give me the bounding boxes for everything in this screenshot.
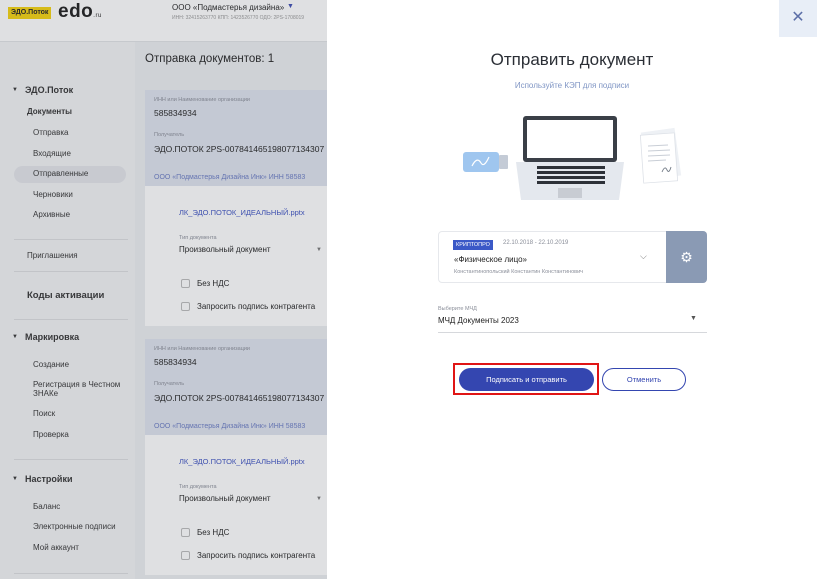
- close-button[interactable]: ✕: [779, 0, 817, 37]
- certificate-name: «Физическое лицо»: [454, 255, 527, 264]
- modal-subtitle: Используйте КЭП для подписи: [514, 81, 630, 90]
- mchd-label: Выберите МЧД: [438, 306, 477, 312]
- mchd-select[interactable]: МЧД Документы 2023: [438, 316, 519, 325]
- certificate-validity: 22.10.2018 - 22.10.2019: [503, 240, 569, 246]
- signed-document-icon: [639, 127, 682, 184]
- laptop-icon: [516, 116, 624, 200]
- sign-and-send-button[interactable]: Подписать и отправить: [459, 368, 594, 391]
- chevron-down-icon[interactable]: ⌵: [640, 251, 647, 262]
- modal-title: Отправить документ: [490, 50, 654, 69]
- usb-token-icon: [463, 152, 508, 172]
- certificate-owner: Константинопольский Константин Константи…: [454, 269, 584, 275]
- cancel-button[interactable]: Отменить: [602, 368, 686, 391]
- mchd-underline: [438, 332, 707, 333]
- cryptopro-badge: КРИПТОПРО: [453, 240, 493, 250]
- laptop-signature-illustration: [463, 116, 682, 200]
- certificate-settings-button[interactable]: ⚙: [666, 231, 707, 283]
- dropdown-caret-icon[interactable]: ▼: [690, 315, 697, 322]
- close-icon: ✕: [791, 9, 805, 26]
- gear-icon: ⚙: [680, 249, 693, 265]
